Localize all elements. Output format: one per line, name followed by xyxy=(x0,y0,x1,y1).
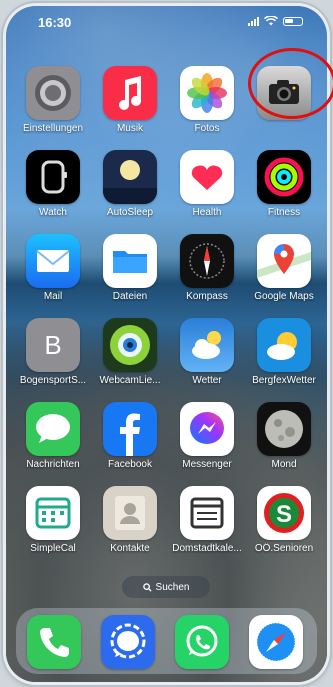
search-label: Suchen xyxy=(155,581,190,593)
app-nachrichten[interactable]: Nachrichten xyxy=(16,402,90,470)
signal-chat-icon[interactable] xyxy=(101,615,155,669)
app-label: Watch xyxy=(39,207,67,218)
status-time: 16:30 xyxy=(38,15,72,30)
search-button[interactable]: Suchen xyxy=(122,576,210,598)
app-label: Wetter xyxy=(192,375,222,386)
app-label: BergfexWetter xyxy=(252,375,316,386)
weather-cloud-icon xyxy=(180,318,234,372)
app-bergfexwetter[interactable]: BergfexWetter xyxy=(247,318,321,386)
music-note-icon xyxy=(103,66,157,120)
app-dateien[interactable]: Dateien xyxy=(93,234,167,302)
app-label: Dateien xyxy=(112,291,148,302)
mail-envelope-icon xyxy=(26,234,80,288)
app-label: Nachrichten xyxy=(26,459,80,470)
app-label: Messenger xyxy=(182,459,232,470)
wifi-icon xyxy=(264,16,278,26)
s-logo-icon: S xyxy=(257,486,311,540)
phone-screen: 16:30 Einstellungen Musik Fotos Watch AutoSl… xyxy=(6,6,327,682)
message-bubble-icon xyxy=(26,402,80,456)
app-fitness[interactable]: Fitness xyxy=(247,150,321,218)
app-camera-icon[interactable] xyxy=(247,66,321,123)
calendar-icon xyxy=(26,486,80,540)
app-mail[interactable]: Mail xyxy=(16,234,90,302)
compass-icon xyxy=(180,234,234,288)
activity-rings-icon xyxy=(257,150,311,204)
app-label: Mond xyxy=(271,459,297,470)
app-mond[interactable]: Mond xyxy=(247,402,321,470)
folder-icon xyxy=(103,234,157,288)
app-label: Google Maps xyxy=(254,291,314,302)
app-domstadtkale[interactable]: Domstadtkale... xyxy=(170,486,244,554)
facebook-f-icon xyxy=(103,402,157,456)
app-label: Einstellungen xyxy=(22,123,84,134)
app-simplecal[interactable]: SimpleCal xyxy=(16,486,90,554)
app-label: AutoSleep xyxy=(106,207,154,218)
app-label: Kompass xyxy=(186,291,228,302)
app-label: Mail xyxy=(43,291,63,302)
app-label: Fitness xyxy=(267,207,301,218)
whatsapp-icon[interactable] xyxy=(175,615,229,669)
app-label: SimpleCal xyxy=(30,543,76,554)
app-bogensports[interactable]: B BogensportS... xyxy=(16,318,90,386)
app-messenger[interactable]: Messenger xyxy=(170,402,244,470)
app-o-senioren[interactable]: S OÖ.Senioren xyxy=(247,486,321,554)
app-webcamlie[interactable]: WebcamLie... xyxy=(93,318,167,386)
app-facebook[interactable]: Facebook xyxy=(93,402,167,470)
app-watch[interactable]: Watch xyxy=(16,150,90,218)
app-label: Domstadtkale... xyxy=(172,543,242,554)
app-wetter[interactable]: Wetter xyxy=(170,318,244,386)
contacts-person-icon xyxy=(103,486,157,540)
search-icon xyxy=(142,582,152,592)
cellular-signal-icon xyxy=(248,16,259,26)
safari-compass-icon[interactable] xyxy=(249,615,303,669)
app-label: BogensportS... xyxy=(19,375,87,386)
app-label: Facebook xyxy=(108,459,152,470)
app-autosleep[interactable]: AutoSleep xyxy=(93,150,167,218)
app-kontakte[interactable]: Kontakte xyxy=(93,486,167,554)
heart-icon xyxy=(180,150,234,204)
sun-cloud-icon xyxy=(257,318,311,372)
app-label: Musik xyxy=(116,123,144,134)
battery-icon xyxy=(283,16,303,26)
app-label: WebcamLie... xyxy=(99,375,161,386)
app-fotos[interactable]: Fotos xyxy=(170,66,244,134)
app-google-maps[interactable]: Google Maps xyxy=(247,234,321,302)
app-health[interactable]: Health xyxy=(170,150,244,218)
svg-text:B: B xyxy=(44,330,61,360)
webcam-eye-icon xyxy=(103,318,157,372)
moon-icon xyxy=(103,150,157,204)
phone-icon[interactable] xyxy=(27,615,81,669)
photos-flower-icon xyxy=(180,66,234,120)
camera-icon xyxy=(257,66,311,120)
app-label: Kontakte xyxy=(110,543,150,554)
app-musik[interactable]: Musik xyxy=(93,66,167,134)
messenger-bolt-icon xyxy=(180,402,234,456)
dock xyxy=(16,608,317,674)
settings-gear-icon xyxy=(26,66,80,120)
status-icons xyxy=(248,15,303,27)
status-bar: 16:30 xyxy=(6,6,327,34)
moon-photo-icon xyxy=(257,402,311,456)
svg-text:S: S xyxy=(276,501,292,528)
app-label: Health xyxy=(192,207,222,218)
app-label: OÖ.Senioren xyxy=(254,543,314,554)
app-einstellungen[interactable]: Einstellungen xyxy=(16,66,90,134)
calendar-list-icon xyxy=(180,486,234,540)
map-pin-icon xyxy=(257,234,311,288)
app-kompass[interactable]: Kompass xyxy=(170,234,244,302)
watch-icon xyxy=(26,150,80,204)
letter-b-icon: B xyxy=(26,318,80,372)
app-label: Fotos xyxy=(194,123,220,134)
